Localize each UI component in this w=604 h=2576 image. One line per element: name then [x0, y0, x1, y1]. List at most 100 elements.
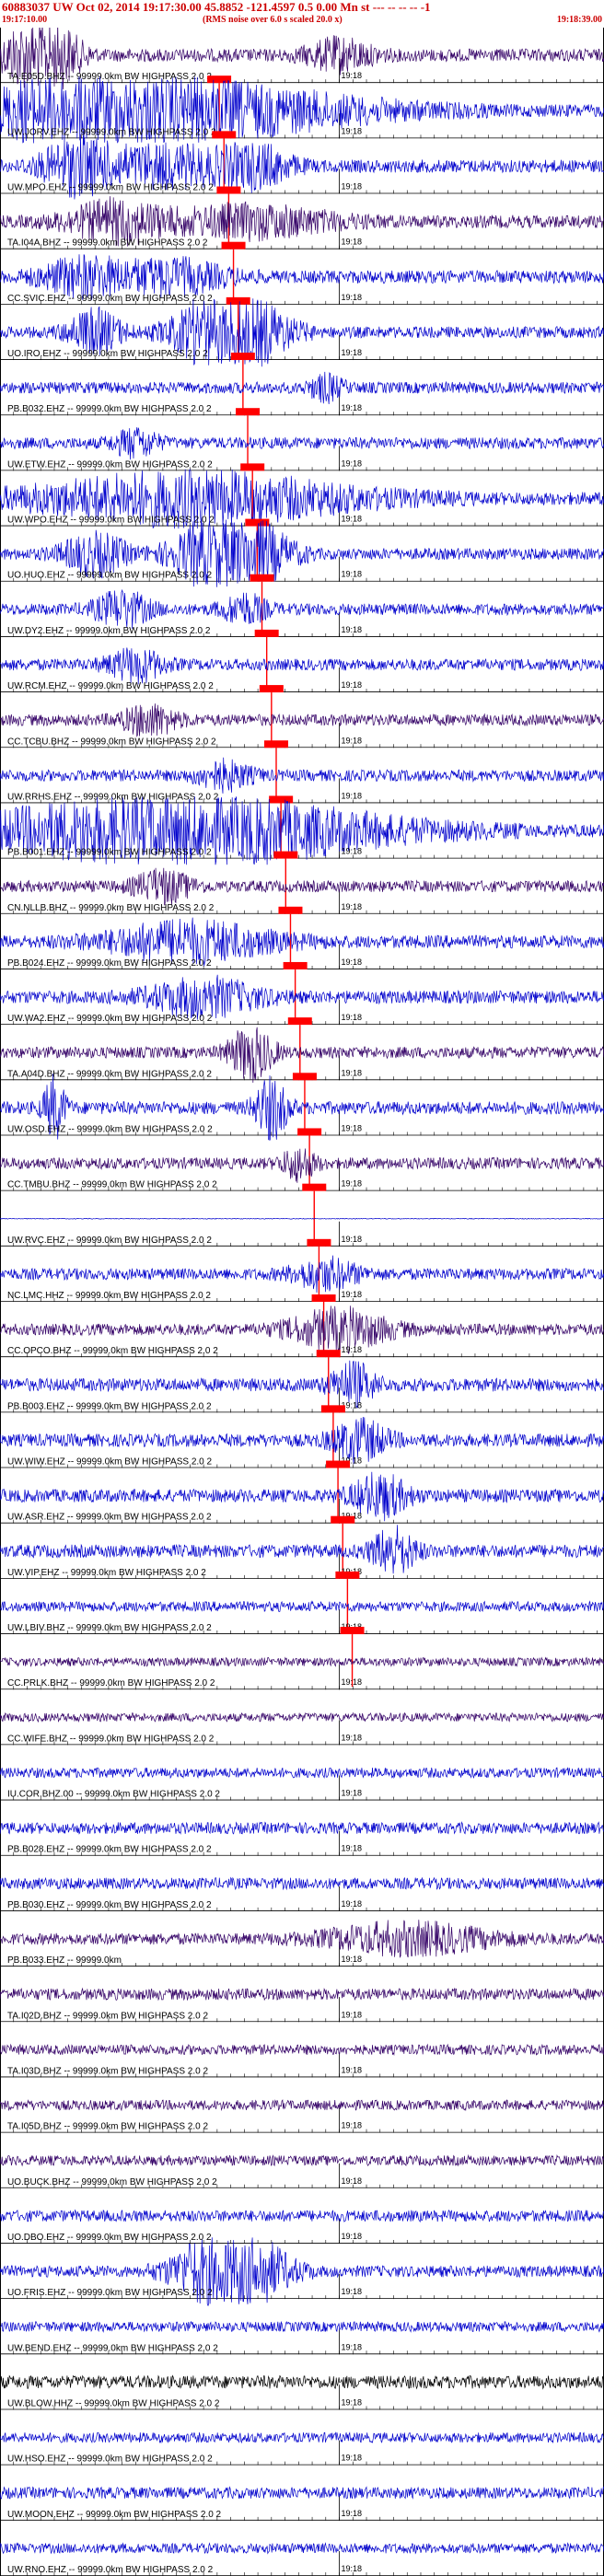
- station-label: CC.WIFE.BHZ -- 99999.0km BW HIGHPASS 2.0…: [7, 1734, 215, 1744]
- trace-row: 19:18 UW.RCM.EHZ -- 99999.0km BW HIGHPASS…: [0, 647, 604, 746]
- minute-tick-label: 19:18: [342, 2176, 363, 2186]
- station-label: UW.RVC.EHZ -- 99999.0km BW HIGHPASS 2.0 …: [7, 1236, 212, 1246]
- trace-row: 19:18 UW.OSD.EHZ -- 99999.0km BW HIGHPASS…: [0, 1073, 604, 1189]
- trace-row: 19:18 CN.NLLB.BHZ -- 99999.0km BW HIGHPAS…: [0, 867, 604, 967]
- waveform: [0, 703, 604, 737]
- trace-row: 19:18 UW.HSO.EHZ -- 99999.0km BW HIGHPASS…: [0, 2431, 604, 2466]
- phase-pick-flag: [240, 463, 265, 471]
- minute-tick-label: 19:18: [342, 1068, 363, 1077]
- phase-pick-flag: [278, 906, 303, 914]
- station-label: UO.BUCK.BHZ -- 99999.0km BW HIGHPASS 2.0…: [7, 2177, 217, 2187]
- start-time-label: 19:17:10.00: [2, 15, 48, 25]
- minute-tick-label: 19:18: [342, 238, 363, 247]
- trace-row: 19:18 UO.BUCK.BHZ -- 99999.0km BW HIGHPAS…: [0, 2153, 604, 2188]
- phase-pick-flag: [307, 1238, 331, 1247]
- minute-tick-label: 19:18: [342, 2397, 363, 2407]
- phase-pick-flag: [292, 1073, 317, 1081]
- minute-tick-label: 19:18: [342, 680, 363, 690]
- trace-row: 19:18 UO.IRO.EHZ -- 99999.0km BW HIGHPASS…: [0, 298, 604, 413]
- minute-tick-label: 19:18: [342, 182, 363, 191]
- phase-pick-flag: [283, 961, 308, 969]
- trace-row: 19:18UW.WIW.EHZ -- 99999.0km BW HIGHPASS…: [0, 1416, 604, 1521]
- trace-row: 19:18PB.B003.EHZ -- 99999.0km BW HIGHPAS…: [0, 1360, 604, 1466]
- phase-pick-flag: [302, 1183, 327, 1191]
- waveform: [0, 2542, 604, 2555]
- phase-pick-flag: [263, 740, 288, 748]
- phase-pick-flag: [340, 1627, 365, 1635]
- minute-tick-label: 19:18: [342, 2454, 363, 2463]
- trace-row: 19:18 CC.TCBU.BHZ -- 99999.0km BW HIGHPAS…: [0, 703, 604, 801]
- waveform: [0, 1255, 604, 1294]
- station-label: UO.HUO.EHZ -- 99999.0km BW HIGHPASS 2.0 …: [7, 571, 213, 581]
- trace-row: 19:18 CC.OPCO.BHZ -- 99999.0km BW HIGHPAS…: [0, 1305, 604, 1410]
- minute-tick-label: 19:18: [342, 736, 363, 745]
- trace-row: 19:18 CC.PRLK.BHZ -- 99999.0km BW HIGHPAS…: [0, 1656, 604, 1690]
- station-label: UW.WA2.EHZ -- 99999.0km BW HIGHPASS 2.0 …: [7, 1014, 213, 1024]
- minute-tick-label: 19:18: [342, 1345, 363, 1354]
- station-label: TA.I05D.BHZ -- 99999.0km BW HIGHPASS 2.0…: [7, 2122, 208, 2132]
- station-label: UW.VIP.EHZ -- 99999.0km BW HIGHPASS 2.0 …: [7, 1568, 206, 1578]
- trace-row: 19:18 TA.I02D.BHZ -- 99999.0km BW HIGHPAS…: [0, 1987, 604, 2023]
- trace-row: 19:18UW.VIP.EHZ -- 99999.0km BW HIGHPASS…: [0, 1525, 604, 1632]
- waveform: [0, 2431, 604, 2444]
- minute-tick-label: 19:18: [342, 1844, 363, 1853]
- minute-tick-label: 19:18: [342, 2232, 363, 2241]
- station-label: UO.IRO.EHZ -- 99999.0km BW HIGHPASS 2.0 …: [7, 349, 208, 359]
- phase-pick-flag: [230, 353, 255, 361]
- trace-row: 19:18 PB.B032.EHZ -- 99999.0km BW HIGHPAS…: [0, 371, 604, 469]
- phase-pick-flag: [331, 1515, 355, 1524]
- minute-tick-label: 19:18: [342, 1235, 363, 1244]
- trace-row: 19:18 UW.WA2.EHZ -- 99999.0km BW HIGHPASS…: [0, 974, 604, 1078]
- minute-tick-label: 19:18: [342, 1013, 363, 1022]
- station-label: UW.WIW.EHZ -- 99999.0km BW HIGHPASS 2.0 …: [7, 1457, 213, 1468]
- minute-tick-label: 19:18: [342, 515, 363, 524]
- waveform: [0, 1656, 604, 1667]
- phase-pick-flag: [287, 1017, 312, 1026]
- minute-tick-label: 19:18: [342, 2287, 363, 2296]
- station-label: UW.JORV.EHZ -- 99999.0km BW HIGHPASS 2.0…: [7, 127, 216, 137]
- trace-row: 19:18 PB.B024.EHZ -- 99999.0km BW HIGHPAS…: [0, 917, 604, 1023]
- minute-tick-label: 19:18: [342, 2509, 363, 2518]
- phase-pick-flag: [245, 518, 270, 527]
- minute-tick-label: 19:18: [342, 293, 363, 302]
- phase-pick-flag: [335, 1571, 360, 1579]
- minute-tick-label: 19:18: [342, 957, 363, 967]
- minute-tick-label: 19:18: [342, 2121, 363, 2130]
- trace-row: 19:18 UW.RRHS.EHZ -- 99999.0km BW HIGHPAS…: [0, 757, 604, 856]
- seismogram-plot: 19:18TA.E05D.BHZ -- 99999.0km BW HIGHPAS…: [0, 28, 604, 2576]
- waveform: [0, 2209, 604, 2223]
- minute-tick-label: 19:18: [342, 2342, 363, 2351]
- phase-pick-flag: [311, 1294, 336, 1302]
- waveform: [0, 1876, 604, 1891]
- trace-row: 19:18 PB.B030.EHZ -- 99999.0km BW HIGHPAS…: [0, 1876, 604, 1911]
- minute-tick-label: 19:18: [342, 570, 363, 579]
- station-label: UW.HSO.EHZ -- 99999.0km BW HIGHPASS 2.0 …: [7, 2454, 213, 2465]
- phase-pick-flag: [254, 629, 279, 637]
- waveform: [0, 371, 604, 405]
- trace-row: 19:18 UW.MPO.EHZ -- 99999.0km BW HIGHPASS…: [0, 133, 604, 247]
- station-label: TA.A04D.BHZ -- 99999.0km BW HIGHPASS 2.0…: [7, 1069, 212, 1079]
- phase-pick-flag: [297, 1128, 322, 1136]
- station-label: UW.BLOW.HHZ -- 99999.0km BW HIGHPASS 2.0…: [7, 2398, 220, 2408]
- trace-row: 19:18 IU.COR.BHZ.00 -- 99999.0km BW HIGHP…: [0, 1767, 604, 1801]
- trace-row: 19:18 UO.HUO.EHZ -- 99999.0km BW HIGHPASS…: [0, 519, 604, 634]
- station-label: UW.LBIV.BHZ -- 99999.0km BW HIGHPASS 2.0…: [7, 1623, 212, 1633]
- trace-row: 19:18 CC.TMBU.BHZ -- 99999.0km BW HIGHPAS…: [0, 1148, 604, 1244]
- station-label: UW.WPO.EHZ -- 99999.0km BW HIGHPASS 2.0 …: [7, 516, 215, 526]
- phase-pick-flag: [212, 131, 237, 139]
- trace-row: 19:18 TA.I05D.BHZ -- 99999.0km BW HIGHPAS…: [0, 2099, 604, 2133]
- minute-tick-label: 19:18: [342, 1789, 363, 1798]
- station-label: PB.B033.EHZ -- 99999.0km: [7, 1955, 122, 1966]
- phase-pick-flag: [221, 241, 246, 249]
- event-title: 60883037 UW Oct 02, 2014 19:17:30.00 45.…: [2, 0, 431, 14]
- station-label: UW.ETW.EHZ -- 99999.0km BW HIGHPASS 2.0 …: [7, 459, 213, 470]
- waveform: [0, 427, 604, 460]
- minute-tick-label: 19:18: [342, 2065, 363, 2074]
- phase-pick-flag: [207, 75, 232, 84]
- station-label: CC.PRLK.BHZ -- 99999.0km BW HIGHPASS 2.0…: [7, 1678, 215, 1688]
- waveform: [0, 1600, 604, 1613]
- waveform: [0, 2153, 604, 2167]
- station-label: NC.LMC.HHZ -- 99999.0km BW HIGHPASS 2.0 …: [7, 1291, 211, 1301]
- minute-tick-label: 19:18: [342, 1290, 363, 1299]
- trace-row: 19:18 PB.B001.EHZ -- 99999.0km BW HIGHPAS…: [0, 796, 604, 911]
